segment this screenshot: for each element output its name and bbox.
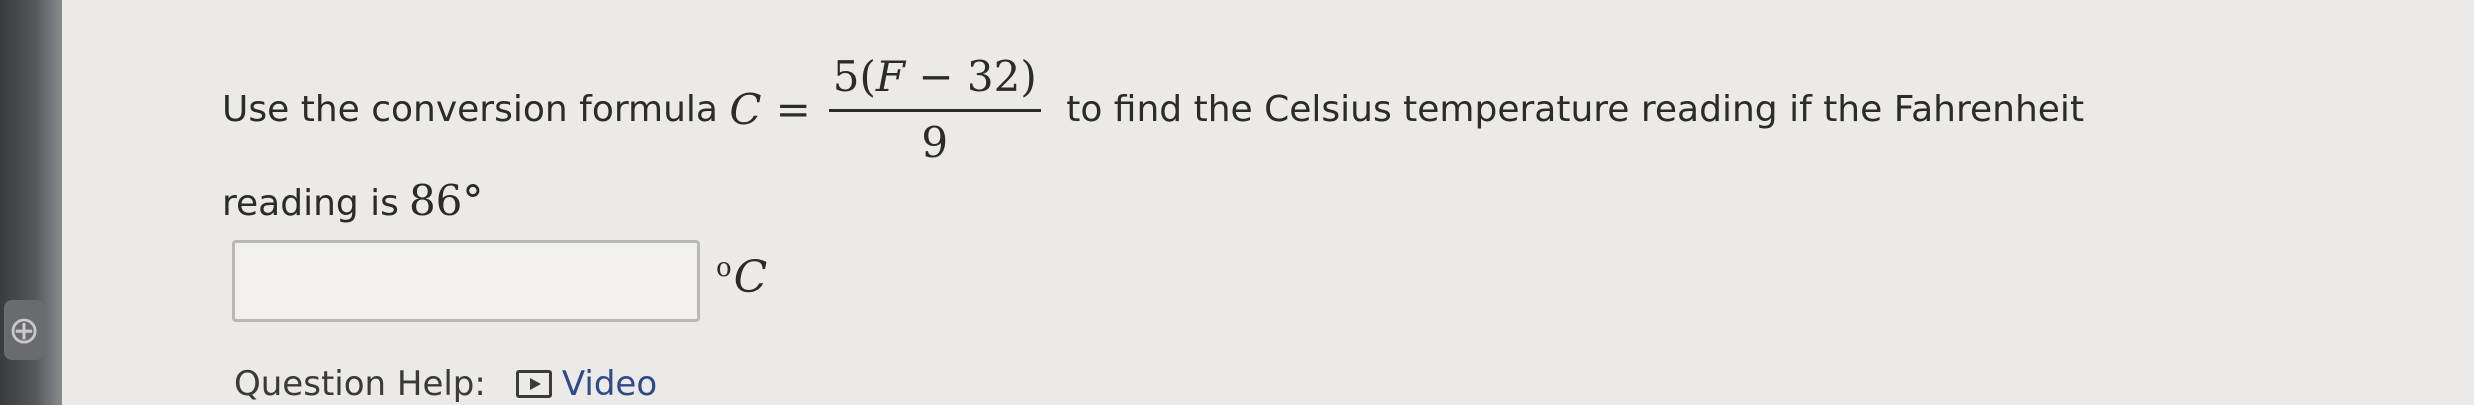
- video-help-link[interactable]: Video: [515, 364, 658, 404]
- formula-denominator: 9: [921, 117, 949, 167]
- question-intro-text: Use the conversion formula: [222, 89, 730, 131]
- play-video-icon: [515, 370, 552, 398]
- unit-letter: C: [733, 252, 768, 303]
- celsius-answer-input[interactable]: [232, 240, 700, 322]
- question-help-label: Question Help:: [234, 364, 486, 404]
- fahrenheit-value: 86°: [408, 176, 484, 225]
- formula-lhs: C: [729, 84, 762, 134]
- question-line-1: Use the conversion formula C = 5(F − 32)…: [222, 40, 2402, 180]
- formula-numerator: 5(F − 32): [828, 52, 1041, 112]
- left-window-edge: ⊕: [0, 0, 62, 405]
- degree-symbol: o: [716, 253, 732, 284]
- question-instruction-text: to find the Celsius temperature reading …: [1054, 89, 2085, 131]
- question-content: Use the conversion formula C = 5(F − 32)…: [222, 0, 2474, 405]
- video-link-label: Video: [561, 364, 658, 404]
- question-reading-text: reading is: [222, 183, 399, 224]
- celsius-unit-label: oC: [716, 252, 767, 303]
- answer-row: oC: [232, 240, 767, 322]
- globe-icon: ⊕: [4, 300, 44, 360]
- question-line-2: reading is 86°: [222, 176, 2402, 226]
- question-help: Question Help: Video: [234, 364, 657, 404]
- formula-equals: =: [775, 84, 811, 134]
- question-text: Use the conversion formula C = 5(F − 32)…: [222, 40, 2402, 226]
- formula-fraction: 5(F − 32) 9: [828, 52, 1041, 168]
